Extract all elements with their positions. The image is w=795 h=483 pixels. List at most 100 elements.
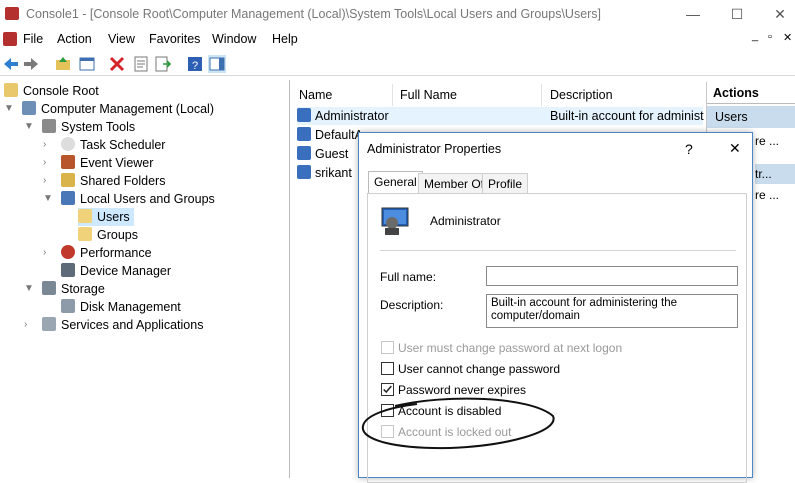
dialog-title: Administrator Properties [367,142,502,156]
tree-users[interactable]: Users [78,208,134,226]
user-icon [297,165,311,179]
export-list-icon[interactable] [154,55,172,73]
storage-icon [42,281,56,295]
chevron-right-icon[interactable]: › [43,136,46,154]
menu-action[interactable]: Action [57,32,92,46]
dialog-close-button[interactable]: ✕ [729,140,741,157]
tree-storage[interactable]: ▼ Storage [24,280,105,298]
maximize-button[interactable]: ☐ [722,4,752,24]
actions-users-section[interactable]: Users [707,106,795,128]
app-icon [5,7,19,20]
table-row[interactable]: DefaultA [297,126,363,144]
fullname-field[interactable] [486,266,738,286]
services-icon [42,317,56,331]
tree-computer-management[interactable]: ▼ Computer Management (Local) [4,100,214,118]
tools-icon [42,119,56,133]
event-viewer-icon [61,155,75,169]
description-field[interactable]: Built-in account for administering the c… [486,294,738,328]
tree-task-scheduler[interactable]: › Task Scheduler [43,136,165,154]
column-header-description[interactable]: Description [544,84,705,106]
tree-performance[interactable]: › Performance [43,244,152,262]
mdi-minimize-button[interactable]: _ [752,30,758,42]
table-row[interactable]: Administrator Built-in account for admini… [297,107,704,125]
row-description: Built-in account for administ [550,109,704,123]
computer-management-icon [22,101,36,115]
show-action-pane-icon[interactable] [208,55,226,73]
show-hide-tree-icon[interactable] [78,55,96,73]
properties-icon[interactable] [132,55,150,73]
actions-header: Actions [707,82,795,104]
table-row[interactable]: Guest [297,145,348,163]
toolbar: ? [0,52,795,76]
performance-icon [61,245,75,259]
shared-folder-icon [61,173,75,187]
tab-general[interactable]: General [368,171,423,194]
tree-local-users-groups[interactable]: ▼ Local Users and Groups [43,190,215,208]
account-username: Administrator [430,214,501,228]
svg-text:?: ? [192,60,198,72]
table-row[interactable]: srikant [297,164,352,182]
chevron-right-icon[interactable]: › [43,244,46,262]
cannot-change-password-checkbox[interactable] [381,362,394,375]
tree-shared-folders[interactable]: › Shared Folders [43,172,165,190]
minimize-button[interactable]: — [678,4,708,24]
user-account-icon [381,207,409,235]
tree-groups[interactable]: Groups [78,226,138,244]
folder-icon [4,83,18,97]
dialog-help-button[interactable]: ? [685,141,693,157]
tree-system-tools[interactable]: ▼ System Tools [24,118,135,136]
device-manager-icon [61,263,75,277]
cannot-change-password-label[interactable]: User cannot change password [398,362,560,376]
tree-services-applications[interactable]: › Services and Applications [24,316,203,334]
close-button[interactable]: ✕ [765,4,795,24]
chevron-right-icon[interactable]: › [43,172,46,190]
must-change-password-label: User must change password at next logon [398,341,623,355]
tree-device-manager[interactable]: Device Manager [61,262,171,280]
help-icon[interactable]: ? [186,55,204,73]
column-header-name[interactable]: Name [293,84,393,106]
column-header-fullname[interactable]: Full Name [394,84,542,106]
mdi-restore-button[interactable]: ▫ [768,31,772,43]
tab-member-of[interactable]: Member Of [418,173,491,193]
menu-file[interactable]: File [23,32,43,46]
actions-more-link[interactable]: re ... [755,134,779,148]
tree-console-root[interactable]: Console Root [4,82,99,100]
chevron-right-icon[interactable]: › [43,154,46,172]
console-icon [3,32,17,46]
tree-disk-management[interactable]: Disk Management [61,298,181,316]
user-icon [297,127,311,141]
tab-profile[interactable]: Profile [482,173,529,193]
back-arrow-icon[interactable] [2,55,20,73]
folder-icon [78,209,92,223]
annotation-circle [361,397,555,450]
header-divider [380,250,736,251]
folder-icon [78,227,92,241]
delete-icon[interactable] [108,55,126,73]
chevron-down-icon[interactable]: ▼ [4,100,14,118]
menu-favorites[interactable]: Favorites [149,32,200,46]
user-icon [297,146,311,160]
chevron-down-icon[interactable]: ▼ [43,190,53,208]
chevron-down-icon[interactable]: ▼ [24,280,34,298]
window-title: Console1 - [Console Root\Computer Manage… [26,7,602,21]
forward-arrow-icon[interactable] [22,55,40,73]
console-tree: Console Root ▼ Computer Management (Local… [0,80,290,478]
chevron-down-icon[interactable]: ▼ [24,118,34,136]
chevron-right-icon[interactable]: › [24,316,27,334]
description-label: Description: [380,298,444,312]
up-folder-icon[interactable] [54,55,72,73]
disk-icon [61,299,75,313]
menu-view[interactable]: View [108,32,135,46]
actions-more-link[interactable]: re ... [755,188,779,202]
user-icon [297,108,311,122]
title-bar: Console1 - [Console Root\Computer Manage… [0,0,795,28]
menu-help[interactable]: Help [272,32,298,46]
mdi-close-button[interactable]: ✕ [783,31,792,44]
actions-admin-section[interactable]: tr... [755,164,795,184]
tree-event-viewer[interactable]: › Event Viewer [43,154,153,172]
menu-bar: File Action View Favorites Window Help _… [0,29,795,50]
users-icon [61,191,75,205]
clock-icon [61,137,75,151]
must-change-password-checkbox [381,341,394,354]
menu-window[interactable]: Window [212,32,256,46]
